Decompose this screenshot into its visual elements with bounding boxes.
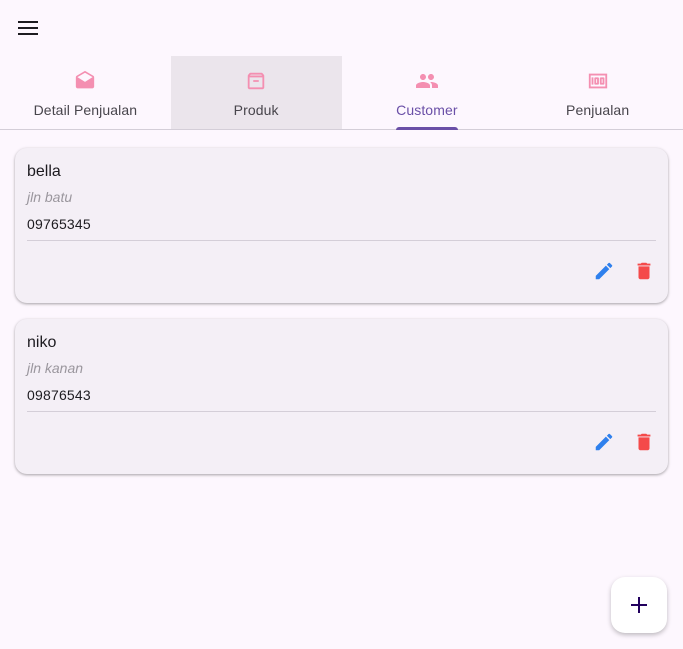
tab-bar: Detail Penjualan Produk Customer Penjual… — [0, 56, 683, 130]
card-divider — [27, 240, 656, 241]
tab-label: Detail Penjualan — [33, 102, 138, 118]
tab-penjualan[interactable]: Penjualan — [512, 56, 683, 129]
add-customer-button[interactable] — [611, 577, 667, 633]
active-tab-indicator — [395, 127, 458, 130]
customer-phone: 09765345 — [27, 216, 91, 232]
tab-label: Penjualan — [566, 102, 630, 118]
archive-icon — [244, 69, 268, 93]
edit-icon[interactable] — [592, 259, 616, 283]
customer-phone: 09876543 — [27, 387, 91, 403]
card-actions — [592, 430, 656, 454]
card-actions — [592, 259, 656, 283]
app-bar — [0, 0, 683, 56]
customer-address: jln batu — [27, 189, 73, 205]
money-icon — [586, 69, 610, 93]
drafts-icon — [73, 69, 97, 93]
tab-label: Customer — [396, 102, 458, 118]
tab-detail-penjualan[interactable]: Detail Penjualan — [0, 56, 171, 129]
tab-label: Produk — [233, 102, 279, 118]
customer-name: bella — [27, 163, 61, 180]
customer-name: niko — [27, 334, 57, 351]
delete-icon[interactable] — [632, 430, 656, 454]
customer-card: bella jln batu 09765345 — [15, 148, 668, 303]
delete-icon[interactable] — [632, 259, 656, 283]
edit-icon[interactable] — [592, 430, 616, 454]
tab-produk[interactable]: Produk — [170, 56, 342, 129]
menu-icon[interactable] — [16, 16, 40, 40]
people-icon — [415, 69, 439, 93]
customer-card: niko jln kanan 09876543 — [15, 319, 668, 474]
customer-list: bella jln batu 09765345 niko jln kanan 0… — [0, 130, 683, 474]
app-screen: Detail Penjualan Produk Customer Penjual… — [0, 0, 683, 649]
card-divider — [27, 411, 656, 412]
plus-icon — [631, 597, 647, 613]
tab-customer[interactable]: Customer — [342, 56, 513, 130]
customer-address: jln kanan — [27, 360, 84, 376]
